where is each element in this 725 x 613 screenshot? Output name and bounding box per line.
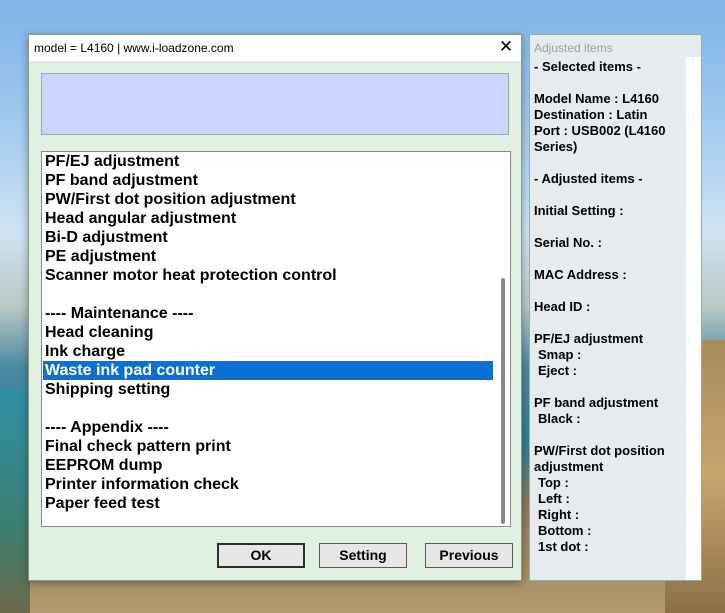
- list-item[interactable]: ---- Appendix ----: [43, 418, 493, 437]
- list-item[interactable]: ---- Maintenance ----: [43, 304, 493, 323]
- list-item[interactable]: Waste ink pad counter: [43, 361, 493, 380]
- list-item[interactable]: Head angular adjustment: [43, 209, 493, 228]
- pw-first-dot: PW/First dot position: [534, 443, 665, 458]
- list-item[interactable]: Ink charge: [43, 342, 493, 361]
- window-title: model = L4160 | www.i-loadzone.com: [34, 41, 234, 55]
- eject: Eject :: [538, 363, 578, 378]
- initial-setting: Initial Setting :: [534, 203, 624, 218]
- mac-address: MAC Address :: [534, 267, 627, 282]
- list-item[interactable]: Head cleaning: [43, 323, 493, 342]
- first-dot: 1st dot :: [538, 539, 589, 554]
- list-items: PF/EJ adjustment PF band adjustment PW/Fir…: [43, 152, 493, 513]
- list-item[interactable]: Shipping setting: [43, 380, 493, 399]
- bottom: Bottom :: [538, 523, 592, 538]
- ok-button[interactable]: OK: [217, 543, 305, 568]
- top: Top :: [538, 475, 569, 490]
- selected-items-header: - Selected items -: [534, 59, 641, 74]
- list-item[interactable]: Final check pattern print: [43, 437, 493, 456]
- vertical-scrollbar[interactable]: [495, 152, 510, 526]
- left: Left :: [538, 491, 570, 506]
- destination: Destination : Latin: [534, 107, 648, 122]
- model-name: Model Name : L4160: [534, 91, 659, 106]
- list-item[interactable]: PE adjustment: [43, 247, 493, 266]
- list-item[interactable]: PW/First dot position adjustment: [43, 190, 493, 209]
- list-item[interactable]: Paper feed test: [43, 494, 493, 513]
- port-cont: Series): [534, 139, 578, 154]
- serial-no: Serial No. :: [534, 235, 602, 250]
- list-item: [43, 285, 493, 304]
- side-panel-title: Adjusted items: [534, 41, 613, 55]
- main-window: model = L4160 | www.i-loadzone.com ✕ PF/…: [28, 34, 522, 581]
- pf-band-adjustment: PF band adjustment: [534, 395, 659, 410]
- list-item[interactable]: EEPROM dump: [43, 456, 493, 475]
- title-bar: model = L4160 | www.i-loadzone.com ✕: [29, 35, 521, 61]
- port: Port : USB002 (L4160: [534, 123, 666, 138]
- setting-button[interactable]: Setting: [319, 543, 407, 568]
- side-scrollbar[interactable]: [686, 57, 701, 580]
- close-icon[interactable]: ✕: [491, 35, 521, 61]
- list-item[interactable]: Printer information check: [43, 475, 493, 494]
- preview-panel: [41, 73, 509, 135]
- adjusted-items-header: - Adjusted items -: [534, 171, 643, 186]
- list-item[interactable]: PF band adjustment: [43, 171, 493, 190]
- previous-button[interactable]: Previous: [425, 543, 513, 568]
- smap: Smap :: [538, 347, 582, 362]
- black: Black :: [538, 411, 581, 426]
- list-item[interactable]: PF/EJ adjustment: [43, 152, 493, 171]
- head-id: Head ID :: [534, 299, 591, 314]
- adjustment-listbox[interactable]: PF/EJ adjustment PF band adjustment PW/Fir…: [41, 151, 511, 527]
- list-item[interactable]: Bi-D adjustment: [43, 228, 493, 247]
- scrollbar-thumb[interactable]: [501, 278, 505, 524]
- pfej-adjustment: PF/EJ adjustment: [534, 331, 644, 346]
- adjusted-items-panel: Adjusted items - Selected items - Model …: [529, 34, 702, 581]
- side-panel-content: - Selected items - Model Name : L4160 De…: [534, 59, 684, 555]
- pw-first-dot-cont: adjustment: [534, 459, 604, 474]
- background-sea: [0, 390, 30, 613]
- right: Right :: [538, 507, 580, 522]
- list-item[interactable]: Scanner motor heat protection control: [43, 266, 493, 285]
- list-item: [43, 399, 493, 418]
